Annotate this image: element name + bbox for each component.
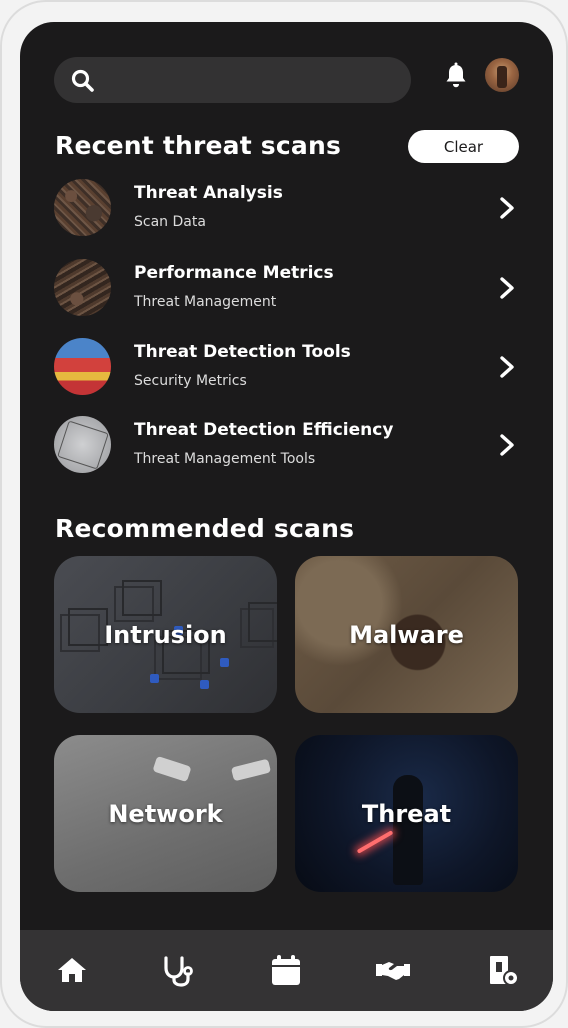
nav-health[interactable]: [160, 952, 196, 988]
handshake-icon: [376, 962, 410, 980]
node-marker: [200, 680, 209, 689]
chevron-right-icon[interactable]: [499, 356, 515, 378]
nav-calendar[interactable]: [268, 952, 304, 988]
nav-settings[interactable]: [485, 952, 521, 988]
recent-scans-title: Recent threat scans: [55, 131, 342, 160]
scan-title: Threat Detection Tools: [134, 342, 351, 362]
bottom-navigation: [20, 930, 553, 1011]
recommended-card-threat[interactable]: Threat: [295, 735, 518, 892]
scan-thumbnail: [54, 416, 111, 473]
settings-icon: [490, 956, 519, 986]
list-item[interactable]: Performance Metrics Threat Management: [54, 257, 520, 317]
clear-button[interactable]: Clear: [408, 130, 519, 163]
node-marker: [150, 674, 159, 683]
list-item[interactable]: Threat Detection Efficiency Threat Manag…: [54, 414, 520, 474]
scan-title: Threat Detection Efficiency: [134, 420, 394, 440]
card-label: Network: [108, 799, 223, 828]
nav-partners[interactable]: [375, 952, 411, 988]
stethoscope-icon: [164, 956, 193, 987]
search-icon: [71, 69, 94, 92]
chevron-right-icon[interactable]: [499, 434, 515, 456]
recommended-card-malware[interactable]: Malware: [295, 556, 518, 713]
cube-graphic: [114, 580, 162, 622]
list-item[interactable]: Threat Detection Tools Security Metrics: [54, 336, 520, 396]
bell-icon[interactable]: [443, 62, 469, 90]
user-avatar[interactable]: [485, 58, 519, 92]
chevron-right-icon[interactable]: [499, 197, 515, 219]
camera-graphic: [152, 755, 192, 783]
card-label: Intrusion: [104, 620, 227, 649]
recommended-card-intrusion[interactable]: Intrusion: [54, 556, 277, 713]
card-label: Threat: [361, 799, 452, 828]
scan-subtitle: Scan Data: [134, 214, 206, 230]
chevron-right-icon[interactable]: [499, 277, 515, 299]
list-item[interactable]: Threat Analysis Scan Data: [54, 177, 520, 237]
scan-thumbnail: [54, 179, 111, 236]
search-bar[interactable]: [54, 57, 411, 103]
app-screen: Recent threat scans Clear Threat Analysi…: [20, 22, 553, 1011]
nav-home[interactable]: [54, 952, 90, 988]
cube-graphic: [60, 608, 108, 652]
recommended-card-network[interactable]: Network: [54, 735, 277, 892]
cube-graphic: [240, 602, 277, 648]
camera-graphic: [230, 758, 272, 782]
device-frame: Recent threat scans Clear Threat Analysi…: [0, 0, 568, 1028]
figure-graphic: [393, 775, 423, 885]
scan-title: Threat Analysis: [134, 183, 283, 203]
scan-title: Performance Metrics: [134, 263, 334, 283]
scan-thumbnail: [54, 259, 111, 316]
scan-subtitle: Threat Management Tools: [134, 451, 316, 467]
scan-thumbnail: [54, 338, 111, 395]
node-marker: [220, 658, 229, 667]
home-icon: [58, 958, 86, 982]
saber-graphic: [356, 830, 394, 854]
recommended-scans-title: Recommended scans: [55, 514, 355, 543]
card-label: Malware: [349, 620, 464, 649]
calendar-icon: [272, 955, 300, 985]
scan-subtitle: Threat Management: [134, 294, 277, 310]
scan-subtitle: Security Metrics: [134, 373, 247, 389]
